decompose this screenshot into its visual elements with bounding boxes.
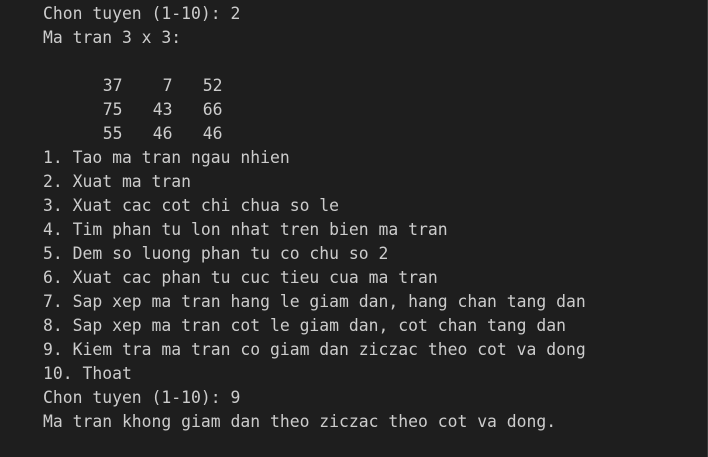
menu-item: 3. Xuat cac cot chi chua so le	[43, 196, 340, 215]
matrix-row: 37 7 52	[43, 50, 707, 95]
matrix-cell: 37	[102, 76, 123, 95]
matrix-cell: 66	[202, 100, 223, 119]
matrix-cell: 46	[202, 124, 223, 143]
matrix-cell: 43	[152, 100, 173, 119]
result-line: Ma tran khong giam dan theo ziczac theo …	[43, 412, 557, 431]
matrix-cell: 55	[102, 124, 123, 143]
terminal-output[interactable]: Chon tuyen (1-10): 2 Ma tran 3 x 3: 37 7 5…	[0, 0, 708, 457]
matrix-cell: 46	[152, 124, 173, 143]
menu-item: 9. Kiem tra ma tran co giam dan ziczac t…	[43, 340, 586, 359]
matrix-cell: 75	[102, 100, 123, 119]
matrix-cell: 52	[202, 76, 223, 95]
matrix-cell: 7	[162, 76, 173, 95]
menu-item: 6. Xuat cac phan tu cuc tieu cua ma tran	[43, 268, 438, 287]
matrix-header: Ma tran 3 x 3:	[43, 28, 182, 47]
menu-item: 4. Tim phan tu lon nhat tren bien ma tra…	[43, 220, 448, 239]
menu-item: 5. Dem so luong phan tu co chu so 2	[43, 244, 389, 263]
menu-item: 10. Thoat	[43, 364, 132, 383]
prompt-line: Chon tuyen (1-10): 9	[43, 388, 241, 407]
menu-item: 2. Xuat ma tran	[43, 172, 192, 191]
menu-item: 7. Sap xep ma tran hang le giam dan, han…	[43, 292, 586, 311]
menu-item: 1. Tao ma tran ngau nhien	[43, 148, 290, 167]
menu-item: 8. Sap xep ma tran cot le giam dan, cot …	[43, 316, 567, 335]
prompt-line: Chon tuyen (1-10): 2	[43, 4, 241, 23]
